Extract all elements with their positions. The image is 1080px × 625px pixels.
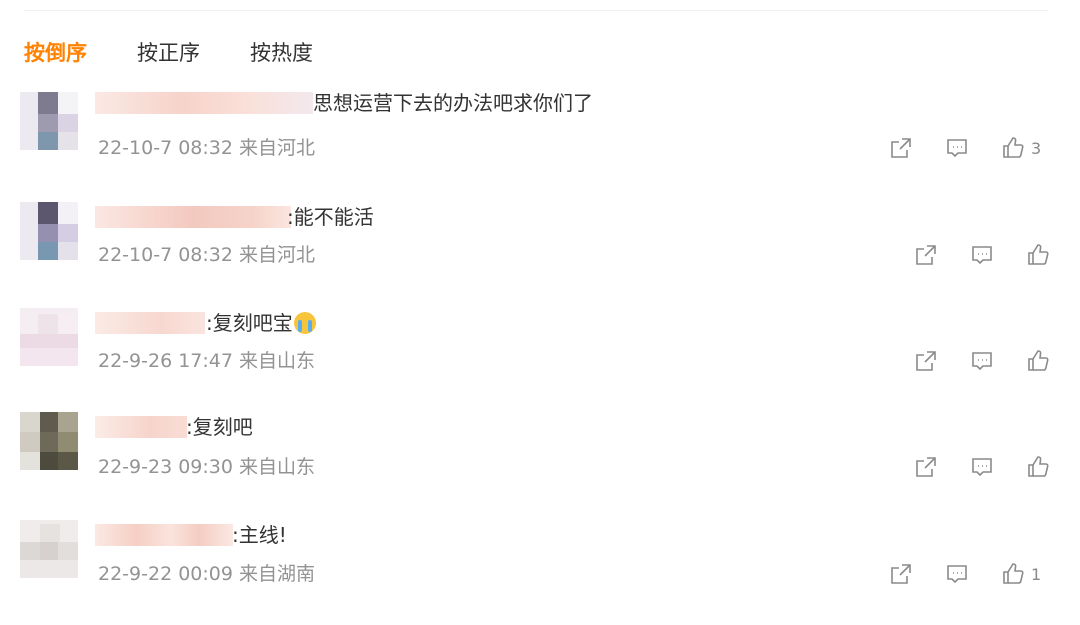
share-icon[interactable]	[913, 454, 939, 480]
comment-item: :复刻吧宝 22-9-26 17:47 来自山东	[0, 302, 1080, 402]
share-icon[interactable]	[913, 348, 939, 374]
comment-meta: 22-10-7 08:32 来自河北	[98, 242, 315, 268]
comment-text: :主线!	[232, 523, 287, 547]
avatar[interactable]	[20, 412, 78, 470]
comment-item: :能不能活 22-10-7 08:32 来自河北	[0, 194, 1080, 294]
comment-actions	[913, 454, 1064, 480]
thumbs-up-icon[interactable]	[1000, 561, 1026, 587]
username-masked[interactable]	[95, 206, 291, 228]
avatar[interactable]	[20, 202, 78, 260]
comment-actions: 3	[888, 135, 1041, 161]
comment-actions: 1	[888, 561, 1041, 587]
comment-time: 22-10-7 08:32	[98, 137, 233, 159]
comment-text: 思想运营下去的办法吧求你们了	[313, 91, 593, 115]
comment-time: 22-9-26 17:47	[98, 350, 233, 372]
like-count: 1	[1031, 564, 1042, 584]
thumbs-up-icon[interactable]	[1025, 348, 1051, 374]
comment-time: 22-9-23 09:30	[98, 456, 233, 478]
comment-icon[interactable]	[944, 135, 970, 161]
comment-location: 来自河北	[239, 137, 316, 159]
comment-text-body: :复刻吧宝	[206, 311, 293, 335]
avatar[interactable]	[20, 92, 78, 150]
sort-tab-reverse[interactable]: 按倒序	[24, 38, 87, 68]
comment-item: :主线! 22-9-22 00:09 来自湖南 1	[0, 514, 1080, 614]
thumbs-up-icon[interactable]	[1025, 242, 1051, 268]
comment-icon[interactable]	[969, 242, 995, 268]
sort-tab-chronological[interactable]: 按正序	[137, 38, 200, 68]
share-icon[interactable]	[913, 242, 939, 268]
crying-emoji-icon	[293, 312, 316, 334]
like-count: 3	[1031, 138, 1042, 158]
comment-location: 来自湖南	[239, 563, 316, 585]
comment-actions	[913, 348, 1064, 374]
avatar[interactable]	[20, 308, 78, 366]
username-masked[interactable]	[95, 92, 313, 114]
comment-item: 思想运营下去的办法吧求你们了 22-10-7 08:32 来自河北 3	[0, 88, 1080, 188]
comment-text: :复刻吧宝	[206, 310, 316, 336]
comment-meta: 22-10-7 08:32 来自河北	[98, 135, 315, 161]
share-icon[interactable]	[888, 135, 914, 161]
comment-actions	[913, 242, 1064, 268]
sort-tab-hot[interactable]: 按热度	[250, 38, 313, 68]
comment-text: :能不能活	[287, 205, 374, 229]
comment-meta: 22-9-22 00:09 来自湖南	[98, 561, 315, 587]
sort-tabs: 按倒序 按正序 按热度	[24, 38, 313, 68]
comment-meta: 22-9-26 17:47 来自山东	[98, 348, 315, 374]
comment-meta: 22-9-23 09:30 来自山东	[98, 454, 315, 480]
comment-text: :复刻吧	[186, 415, 253, 439]
comment-icon[interactable]	[969, 454, 995, 480]
comment-icon[interactable]	[944, 561, 970, 587]
comment-item: :复刻吧 22-9-23 09:30 来自山东	[0, 408, 1080, 508]
username-masked[interactable]	[95, 524, 233, 546]
thumbs-up-icon[interactable]	[1025, 454, 1051, 480]
comment-location: 来自河北	[239, 244, 316, 266]
top-divider	[24, 10, 1048, 11]
share-icon[interactable]	[888, 561, 914, 587]
comment-icon[interactable]	[969, 348, 995, 374]
comment-time: 22-9-22 00:09	[98, 563, 233, 585]
avatar[interactable]	[20, 520, 78, 578]
comment-time: 22-10-7 08:32	[98, 244, 233, 266]
username-masked[interactable]	[95, 416, 187, 438]
comment-location: 来自山东	[239, 350, 316, 372]
username-masked[interactable]	[95, 312, 205, 334]
comment-location: 来自山东	[239, 456, 316, 478]
thumbs-up-icon[interactable]	[1000, 135, 1026, 161]
